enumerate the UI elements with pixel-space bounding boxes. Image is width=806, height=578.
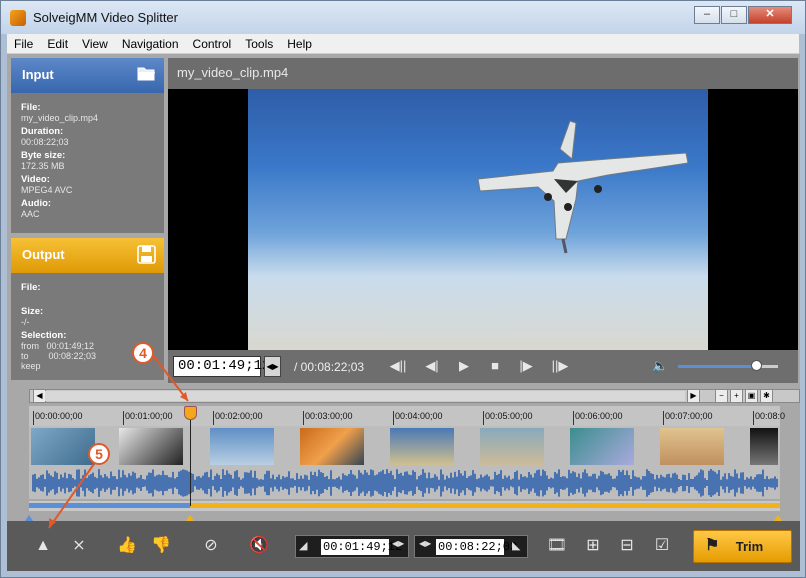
app-logo-icon bbox=[10, 10, 26, 26]
maximize-button[interactable]: □ bbox=[721, 6, 747, 24]
menu-tools[interactable]: Tools bbox=[238, 34, 280, 51]
menu-navigation[interactable]: Navigation bbox=[115, 34, 186, 51]
menu-file[interactable]: File bbox=[7, 34, 40, 51]
callout-4: 4 bbox=[132, 342, 154, 364]
menu-help[interactable]: Help bbox=[280, 34, 319, 51]
menu-bar: File Edit View Navigation Control Tools Help bbox=[7, 34, 799, 54]
menu-edit[interactable]: Edit bbox=[40, 34, 75, 51]
app-window: SolveigMM Video Splitter – □ ✕ File Edit V… bbox=[0, 0, 806, 578]
callout-5: 5 bbox=[88, 443, 110, 465]
callout-arrows bbox=[48, 353, 189, 529]
window-title: SolveigMM Video Splitter bbox=[33, 10, 178, 25]
minimize-button[interactable]: – bbox=[694, 6, 720, 24]
close-button[interactable]: ✕ bbox=[748, 6, 792, 24]
main-area: Input File: my_video_clip.mp4 Duration: … bbox=[7, 54, 800, 571]
menu-control[interactable]: Control bbox=[186, 34, 239, 51]
title-bar: SolveigMM Video Splitter – □ ✕ bbox=[1, 1, 805, 34]
menu-view[interactable]: View bbox=[75, 34, 115, 51]
